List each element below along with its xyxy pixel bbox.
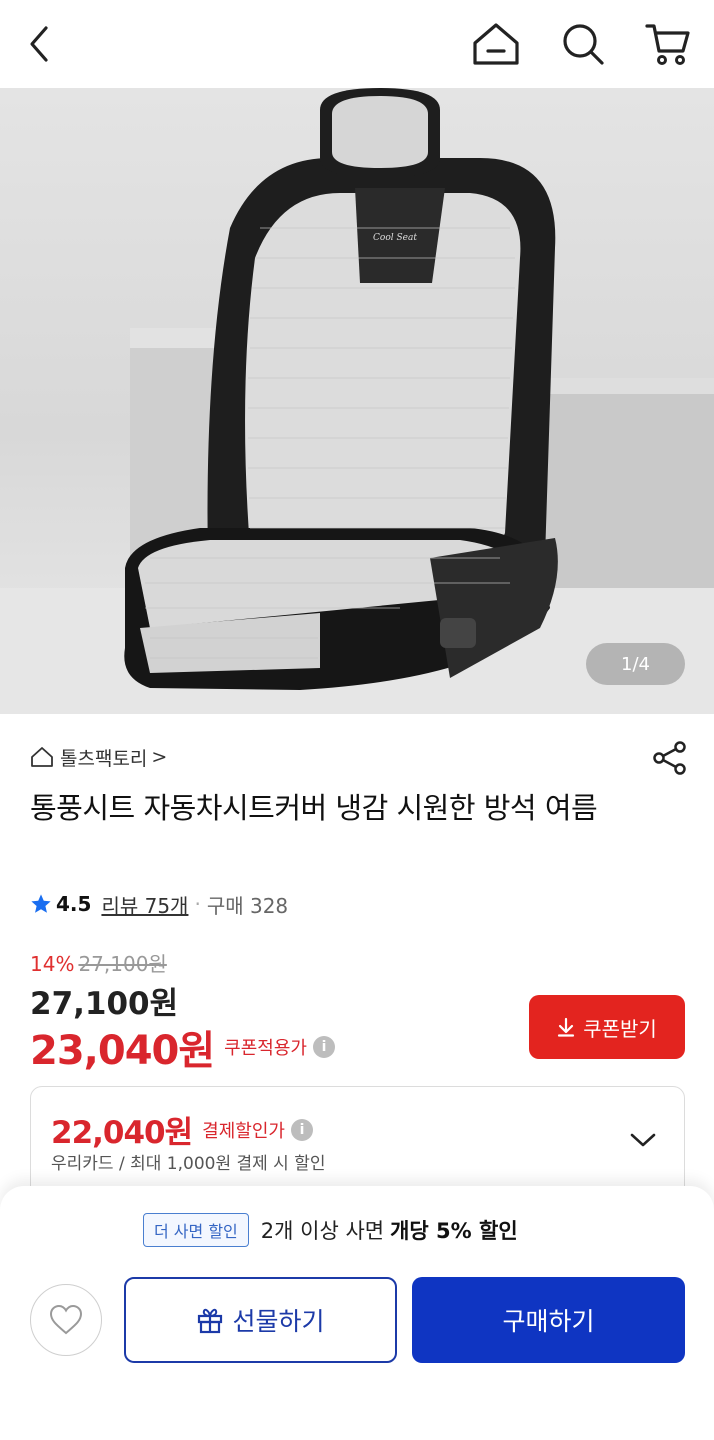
original-price: 27,100원 — [78, 952, 167, 976]
get-coupon-button[interactable]: 쿠폰받기 — [529, 995, 685, 1059]
discount-percent: 14% — [30, 952, 75, 976]
download-icon — [558, 1017, 575, 1037]
wishlist-button[interactable] — [30, 1284, 102, 1356]
back-button[interactable] — [14, 18, 66, 70]
gift-button-label: 선물하기 — [232, 1307, 325, 1336]
current-price: 27,100원 — [30, 986, 179, 1022]
rating-row: 4.5 리뷰 75개 · 구매 328 — [30, 888, 288, 920]
seller-link[interactable]: 톨츠팩토리 > — [30, 742, 167, 772]
promo-badge: 더 사면 할인 — [143, 1213, 249, 1247]
product-title: 통풍시트 자동차시트커버 냉감 시원한 방석 여름 — [30, 791, 598, 825]
coupon-price-label: 쿠폰적용가 — [224, 1038, 307, 1059]
purchase-count: 구매 328 — [206, 893, 289, 918]
top-bar — [0, 0, 714, 88]
promo-text: 2개 이상 사면 — [260, 1219, 385, 1243]
payment-info-icon[interactable]: i — [290, 1118, 313, 1141]
review-link[interactable]: 리뷰 75개 — [101, 890, 188, 919]
product-image: Cool Seat — [0, 88, 714, 714]
cart-icon — [645, 24, 690, 65]
search-icon — [563, 24, 604, 65]
store-home-icon — [31, 747, 53, 767]
expand-button[interactable] — [623, 1125, 663, 1155]
bulk-discount-promo: 더 사면 할인 2개 이상 사면 개당 5% 할인 — [143, 1213, 518, 1247]
seller-name: 톨츠팩토리 — [60, 747, 148, 770]
seller-chevron: > — [151, 746, 168, 768]
payment-discount-label: 결제할인가 — [202, 1120, 285, 1142]
info-icon[interactable]: i — [312, 1036, 335, 1058]
share-icon — [653, 741, 686, 775]
image-counter: 1/4 — [586, 643, 685, 685]
promo-strong: 개당 5% 할인 — [390, 1219, 518, 1243]
gift-icon — [198, 1308, 223, 1334]
star-icon — [31, 894, 51, 913]
buy-button[interactable]: 구매하기 — [412, 1277, 685, 1363]
cart-button[interactable] — [642, 18, 694, 70]
share-button[interactable] — [648, 738, 692, 778]
rating-score: 4.5 — [56, 892, 92, 916]
chevron-left-icon — [30, 26, 48, 62]
product-image-carousel[interactable]: Cool Seat 1/4 — [0, 88, 714, 714]
payment-discount-price: 22,040원 — [51, 1115, 193, 1151]
home-icon — [473, 23, 519, 65]
chevron-down-icon — [630, 1133, 656, 1147]
payment-discount-row: 22,040원 결제할인가 i — [51, 1107, 313, 1152]
get-coupon-label: 쿠폰받기 — [583, 1016, 657, 1041]
coupon-price-row: 23,040원 쿠폰적용가 i — [30, 1018, 335, 1076]
home-button[interactable] — [470, 18, 522, 70]
coupon-price: 23,040원 — [30, 1028, 215, 1074]
payment-discount-description: 우리카드 / 최대 1,000원 결제 시 할인 — [51, 1154, 326, 1174]
separator-dot: · — [194, 892, 201, 916]
seat-logo-text: Cool Seat — [373, 233, 417, 243]
search-button[interactable] — [557, 18, 609, 70]
heart-icon — [49, 1304, 83, 1335]
discount-row: 14% 27,100원 — [30, 948, 167, 977]
buy-button-label: 구매하기 — [502, 1307, 595, 1336]
bottom-action-sheet: 더 사면 할인 2개 이상 사면 개당 5% 할인 선물하기 구매하기 — [0, 1186, 714, 1440]
gift-button[interactable]: 선물하기 — [124, 1277, 397, 1363]
